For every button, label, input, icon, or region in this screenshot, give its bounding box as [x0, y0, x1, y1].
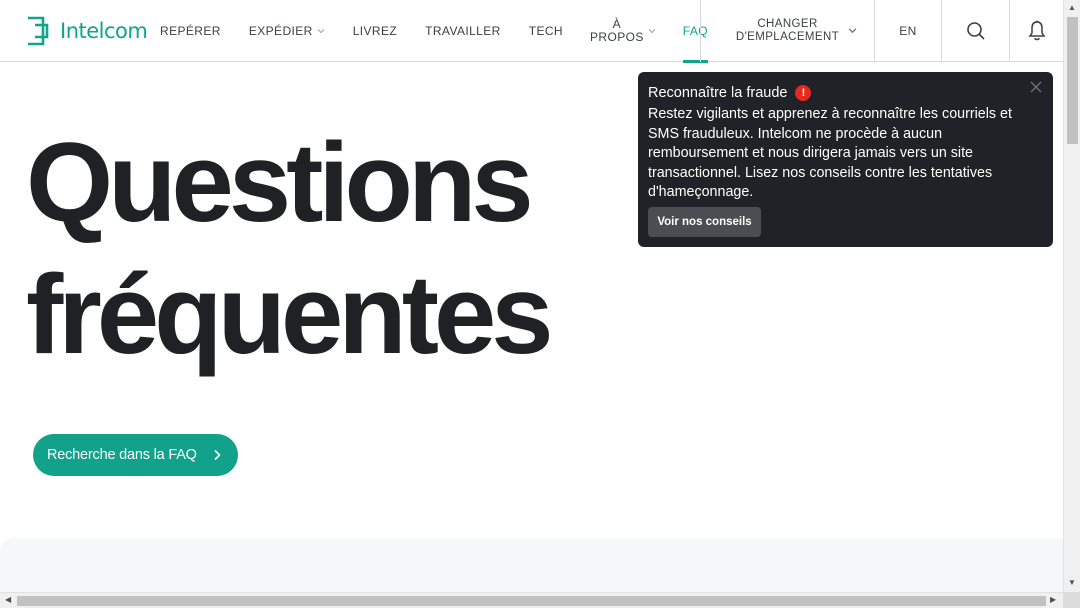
chevron-right-icon: [214, 449, 221, 461]
scrollbar-corner: [1063, 592, 1080, 608]
nav-item-reperer[interactable]: REPÉRER: [160, 0, 221, 62]
change-location-line2: D'EMPLACEMENT: [735, 31, 840, 43]
intelcom-logo-icon: [28, 16, 49, 46]
change-location-label: CHANGER D'EMPLACEMENT: [736, 18, 839, 44]
nav-item-a-propos[interactable]: À PROPOS: [590, 0, 656, 62]
nav-item-expedier[interactable]: EXPÉDIER: [249, 0, 325, 62]
toast-message: Restez vigilants et apprenez à reconnaît…: [648, 106, 1012, 200]
nav-item-label: À PROPOS: [590, 18, 644, 44]
close-icon[interactable]: [1029, 80, 1043, 94]
language-label: EN: [899, 24, 917, 38]
scroll-down-arrow-icon[interactable]: ▼: [1068, 579, 1076, 587]
horizontal-scrollbar[interactable]: ◀ ▶: [0, 592, 1063, 608]
search-icon: [966, 22, 985, 40]
chevron-down-icon: [848, 28, 857, 34]
toast-title: Reconnaître la fraude !: [648, 84, 1043, 102]
site-header: Intelcom REPÉRER EXPÉDIER LIVREZ TRAVAIL…: [0, 0, 1063, 63]
search-button[interactable]: [941, 0, 1009, 62]
change-location-line1: CHANGER: [757, 18, 818, 30]
page-title-line1: Questions: [26, 120, 534, 245]
nav-item-label-line2: PROPOS: [590, 30, 644, 44]
scroll-left-arrow-icon[interactable]: ◀: [5, 596, 11, 604]
nav-item-travailler[interactable]: TRAVAILLER: [425, 0, 501, 62]
content-section: [0, 538, 1063, 594]
change-location-button[interactable]: CHANGER D'EMPLACEMENT: [700, 0, 874, 62]
nav-item-label: TECH: [528, 24, 563, 38]
intelcom-logo[interactable]: Intelcom: [26, 16, 148, 46]
vertical-scroll-thumb[interactable]: [1067, 17, 1078, 144]
nav-item-livrez[interactable]: LIVREZ: [353, 0, 397, 62]
page-title-line2: fréquentes: [26, 252, 554, 377]
main-nav: REPÉRER EXPÉDIER LIVREZ TRAVAILLER TECH …: [160, 0, 709, 63]
warning-icon: !: [795, 85, 812, 101]
nav-item-label: TRAVAILLER: [425, 24, 501, 38]
nav-item-label: EXPÉDIER: [248, 24, 313, 38]
faq-search-label: Recherche dans la FAQ: [47, 447, 197, 463]
toast-title-text: Reconnaître la fraude: [648, 85, 788, 101]
chevron-down-icon: [317, 29, 325, 34]
scroll-up-arrow-icon[interactable]: ▲: [1068, 4, 1076, 12]
view-tips-button[interactable]: Voir nos conseils: [648, 207, 761, 237]
language-switch[interactable]: EN: [874, 0, 941, 62]
vertical-scrollbar[interactable]: ▲ ▼: [1063, 0, 1080, 592]
brand-name: Intelcom: [60, 19, 148, 43]
notifications-button[interactable]: [1009, 0, 1063, 62]
view-tips-label: Voir nos conseils: [657, 216, 752, 228]
nav-item-label: LIVREZ: [352, 24, 398, 38]
chevron-down-icon: [648, 29, 656, 34]
faq-search-button[interactable]: Recherche dans la FAQ: [33, 434, 238, 476]
horizontal-scroll-thumb[interactable]: [17, 596, 1046, 606]
nav-item-label: REPÉRER: [160, 24, 221, 38]
scroll-right-arrow-icon[interactable]: ▶: [1050, 596, 1056, 604]
bell-icon: [1028, 20, 1045, 41]
fraud-alert-toast: Reconnaître la fraude ! Restez vigilants…: [638, 72, 1053, 247]
nav-item-tech[interactable]: TECH: [529, 0, 563, 62]
